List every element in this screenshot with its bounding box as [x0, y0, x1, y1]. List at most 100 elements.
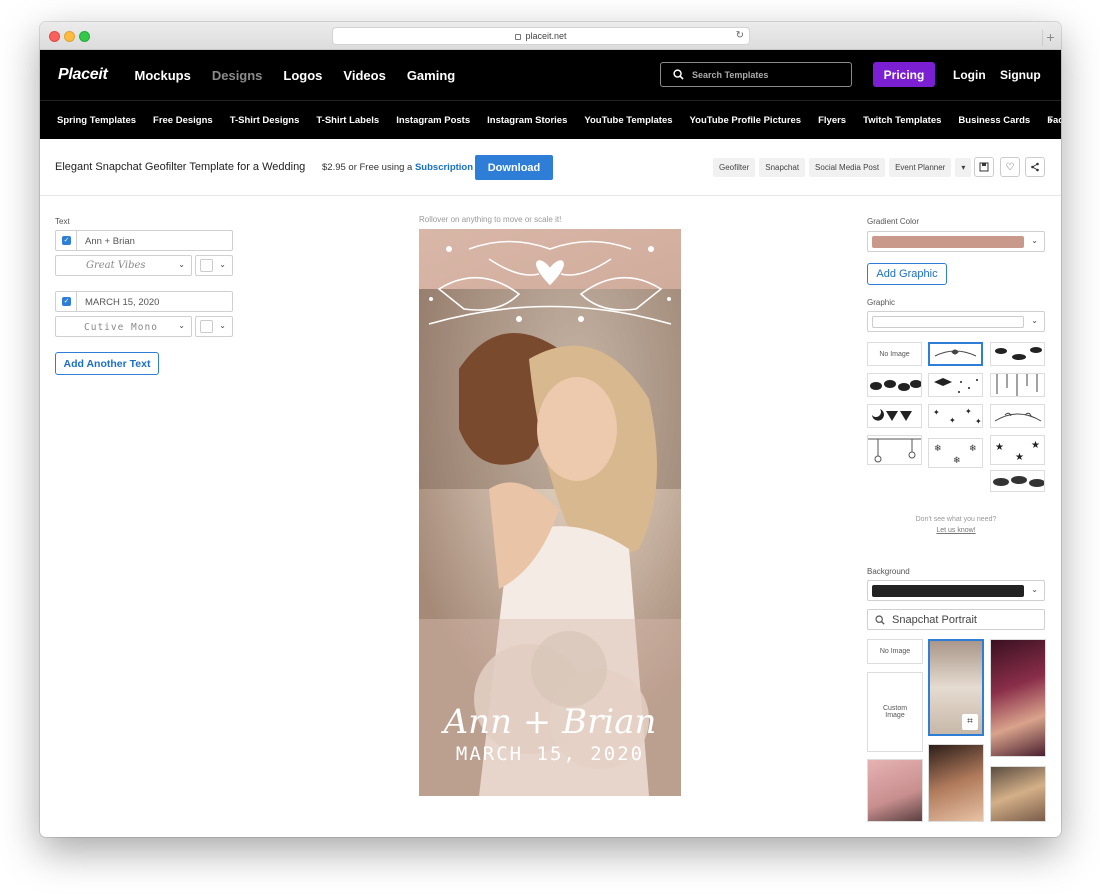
- background-option-wedding-photo[interactable]: ⌗: [928, 639, 984, 736]
- category-link[interactable]: Instagram Stories: [487, 115, 567, 126]
- text-color-picker-1[interactable]: ⌄: [195, 255, 233, 276]
- close-window-button[interactable]: [49, 31, 60, 42]
- canvas-names-text[interactable]: Ann + Brian: [419, 702, 681, 742]
- graphic-select[interactable]: ⌄: [867, 311, 1045, 332]
- lock-icon: [515, 34, 522, 40]
- category-link[interactable]: Free Designs: [153, 115, 213, 126]
- share-icon[interactable]: [1025, 157, 1045, 177]
- checkbox-checked-icon[interactable]: ✓: [62, 297, 71, 306]
- graphic-option-foliage[interactable]: [867, 373, 922, 397]
- graphic-option-snowflakes[interactable]: ❄ ❄ ❄: [928, 438, 983, 468]
- download-button[interactable]: Download: [475, 155, 553, 180]
- chevron-down-icon: ⌄: [219, 260, 226, 269]
- nav-link-gaming[interactable]: Gaming: [407, 68, 455, 83]
- main-nav-links: Mockups Designs Logos Videos Gaming: [135, 68, 477, 83]
- category-link[interactable]: Twitch Templates: [863, 115, 941, 126]
- background-search-input[interactable]: Snapchat Portrait: [867, 609, 1045, 630]
- background-option-pink-portrait[interactable]: [867, 759, 923, 822]
- top-navigation: Placeit Mockups Designs Logos Videos Gam…: [40, 50, 1061, 100]
- graphic-option-leaves[interactable]: [990, 342, 1045, 366]
- background-option-none[interactable]: No Image: [867, 639, 923, 664]
- heart-icon[interactable]: ♡: [1000, 157, 1020, 177]
- help-text: Don't see what you need? Let us know!: [867, 514, 1045, 536]
- category-link[interactable]: T-Shirt Designs: [230, 115, 300, 126]
- graphic-option-palm-leaves[interactable]: [990, 470, 1045, 492]
- pricing-button[interactable]: Pricing: [873, 62, 935, 87]
- nav-link-mockups[interactable]: Mockups: [135, 68, 191, 83]
- text-field-2-value: MARCH 15, 2020: [85, 297, 160, 308]
- background-option-custom-image[interactable]: Custom Image: [867, 672, 923, 752]
- svg-text:❄: ❄: [953, 456, 961, 466]
- font-select-2[interactable]: Cutive Mono ⌄: [55, 316, 192, 337]
- add-graphic-button[interactable]: Add Graphic: [867, 263, 947, 285]
- minimize-window-button[interactable]: [64, 31, 75, 42]
- signup-link[interactable]: Signup: [1000, 68, 1041, 82]
- nav-link-designs[interactable]: Designs: [212, 68, 263, 83]
- let-us-know-link[interactable]: Let us know!: [867, 525, 1045, 536]
- nav-link-logos[interactable]: Logos: [283, 68, 322, 83]
- text-field-1[interactable]: ✓ Ann + Brian: [55, 230, 233, 251]
- font-select-1[interactable]: Great Vibes ⌄: [55, 255, 192, 276]
- graphic-option-graduation[interactable]: [928, 373, 983, 397]
- color-swatch: [200, 320, 213, 333]
- crop-icon[interactable]: ⌗: [962, 714, 978, 730]
- design-canvas[interactable]: Ann + Brian MARCH 15, 2020: [419, 229, 681, 796]
- category-link[interactable]: T-Shirt Labels: [316, 115, 379, 126]
- nav-link-videos[interactable]: Videos: [343, 68, 385, 83]
- graphic-option-sketch-leaves[interactable]: [990, 404, 1045, 428]
- graphic-swatch: [872, 316, 1024, 328]
- placeit-logo[interactable]: Placeit: [58, 66, 108, 84]
- text-color-picker-2[interactable]: ⌄: [195, 316, 233, 337]
- text-field-2[interactable]: ✓ MARCH 15, 2020: [55, 291, 233, 312]
- url-text: placeit.net: [525, 31, 567, 41]
- chevron-down-icon: ⌄: [1031, 236, 1038, 245]
- save-icon[interactable]: [974, 157, 994, 177]
- address-bar[interactable]: placeit.net ↻: [332, 27, 750, 45]
- category-link[interactable]: Business Cards: [958, 115, 1030, 126]
- field-divider: [76, 231, 77, 250]
- background-option-party-photo[interactable]: [990, 639, 1046, 757]
- add-another-text-button[interactable]: Add Another Text: [55, 352, 159, 375]
- category-link[interactable]: Instagram Posts: [396, 115, 470, 126]
- tag-geofilter[interactable]: Geofilter: [713, 158, 756, 177]
- graphic-label: Graphic: [867, 298, 896, 307]
- chevron-down-icon: ⌄: [219, 321, 226, 330]
- graphic-option-hanging-lights[interactable]: [990, 373, 1045, 397]
- graphic-option-stars-leaves[interactable]: ★ ★ ★: [990, 435, 1045, 465]
- field-divider: [76, 292, 77, 311]
- category-link[interactable]: YouTube Templates: [584, 115, 672, 126]
- floral-doves-graphic[interactable]: [419, 229, 681, 334]
- tags-dropdown-icon[interactable]: ▾: [955, 158, 972, 177]
- background-color-select[interactable]: ⌄: [867, 580, 1045, 601]
- graphic-option-ornaments[interactable]: [867, 435, 922, 465]
- zoom-window-button[interactable]: [79, 31, 90, 42]
- price-info: $2.95 or Free using a Subscription: [322, 162, 473, 173]
- reload-icon[interactable]: ↻: [736, 30, 744, 41]
- graphic-option-moon-bunting[interactable]: [867, 404, 922, 428]
- background-option-city-photo[interactable]: [990, 766, 1046, 822]
- tag-snapchat[interactable]: Snapchat: [759, 158, 806, 177]
- svg-text:★: ★: [995, 442, 1004, 453]
- svg-text:❄: ❄: [969, 444, 977, 454]
- category-link[interactable]: Spring Templates: [57, 115, 136, 126]
- background-option-couple-photo[interactable]: [928, 744, 984, 822]
- chevron-down-icon: ⌄: [1031, 585, 1038, 594]
- gradient-color-select[interactable]: ⌄: [867, 231, 1045, 252]
- tag-social-media-post[interactable]: Social Media Post: [809, 158, 886, 177]
- tag-event-planner[interactable]: Event Planner: [889, 158, 952, 177]
- checkbox-checked-icon[interactable]: ✓: [62, 236, 71, 245]
- new-tab-icon[interactable]: +: [1042, 30, 1058, 46]
- category-link[interactable]: YouTube Profile Pictures: [690, 115, 802, 126]
- category-link[interactable]: Flyers: [818, 115, 846, 126]
- graphic-option-floral-doves[interactable]: [928, 342, 983, 366]
- graphic-option-none[interactable]: No Image: [867, 342, 922, 366]
- graphic-option-stars[interactable]: ✦ ✦ ✦ ✦: [928, 404, 983, 428]
- subscription-link[interactable]: Subscription: [415, 162, 473, 173]
- canvas-date-text[interactable]: MARCH 15, 2020: [419, 743, 681, 765]
- chevron-down-icon: ⌄: [178, 321, 185, 330]
- login-link[interactable]: Login: [953, 68, 986, 82]
- tag-list: Geofilter Snapchat Social Media Post Eve…: [713, 158, 972, 177]
- search-templates-input[interactable]: Search Templates: [660, 62, 852, 87]
- chevron-right-icon[interactable]: ›: [1049, 113, 1053, 127]
- search-icon: [673, 69, 684, 80]
